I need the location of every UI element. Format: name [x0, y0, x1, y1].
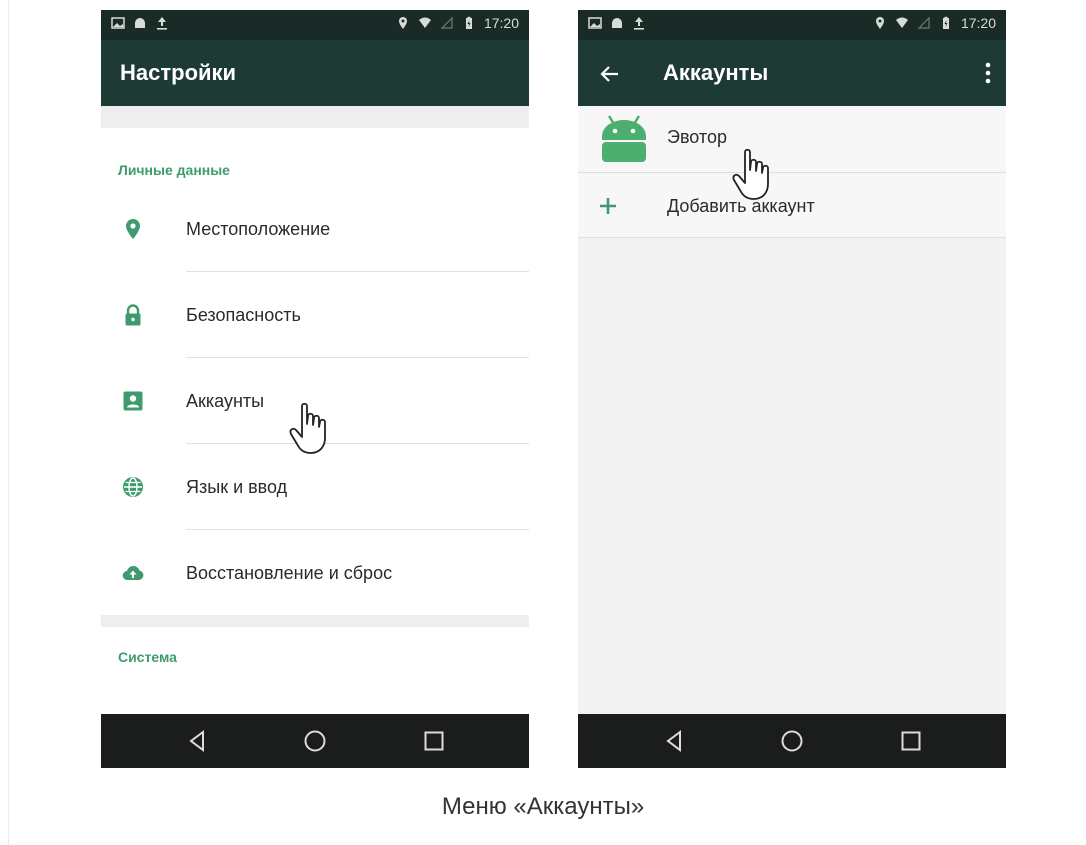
- figure-caption: Меню «Аккаунты»: [441, 793, 645, 820]
- settings-item-backup-reset[interactable]: Восстановление и сброс: [101, 530, 529, 616]
- location-status-icon: [875, 17, 884, 29]
- status-bar: 17:20: [578, 10, 1006, 40]
- app-bar: Аккаунты: [578, 40, 1006, 106]
- section-gap: [101, 106, 529, 128]
- location-status-icon: [398, 17, 407, 29]
- app-bar: Настройки: [101, 40, 529, 106]
- lock-icon: [125, 304, 141, 326]
- location-pin-icon: [126, 219, 140, 239]
- settings-item-language[interactable]: Язык и ввод: [101, 444, 529, 530]
- recents-nav-icon[interactable]: [421, 728, 447, 754]
- battery-charging-icon: [942, 16, 949, 29]
- wifi-icon: [418, 17, 431, 28]
- home-nav-icon[interactable]: [779, 728, 805, 754]
- status-time: 17:20: [960, 15, 996, 31]
- back-nav-icon[interactable]: [184, 728, 210, 754]
- battery-charging-icon: [465, 16, 472, 29]
- section-header-personal: Личные данные: [118, 162, 230, 178]
- status-bar: 17:20: [101, 10, 529, 40]
- hand-pointer-icon: [732, 148, 769, 200]
- cloud-upload-icon: [122, 566, 144, 581]
- account-row-evotor[interactable]: Эвотор: [578, 106, 1006, 173]
- no-signal-icon: [440, 16, 453, 29]
- home-nav-icon[interactable]: [302, 728, 328, 754]
- account-box-icon: [123, 391, 143, 411]
- settings-item-location[interactable]: Местоположение: [101, 186, 529, 272]
- recents-nav-icon[interactable]: [898, 728, 924, 754]
- section-gap: [101, 615, 529, 627]
- account-name: Эвотор: [667, 127, 727, 147]
- plus-icon: [600, 198, 616, 214]
- android-notification-icon: [612, 18, 622, 28]
- upload-notification-icon: [157, 17, 167, 30]
- settings-item-label: Местоположение: [186, 219, 331, 239]
- settings-item-security[interactable]: Безопасность: [101, 272, 529, 358]
- settings-screen: 17:20 Настройки Личные данные Местополож…: [101, 10, 529, 768]
- back-nav-icon[interactable]: [661, 728, 687, 754]
- hand-pointer-icon: [289, 402, 326, 454]
- navigation-bar: [578, 714, 1006, 768]
- navigation-bar: [101, 714, 529, 768]
- image-notification-icon: [111, 17, 125, 29]
- personal-section: Личные данные Местоположение Безопасност…: [101, 128, 529, 615]
- status-time: 17:20: [483, 15, 519, 31]
- upload-notification-icon: [634, 17, 644, 30]
- settings-item-label: Аккаунты: [186, 391, 265, 411]
- more-vert-icon[interactable]: [984, 60, 992, 86]
- android-notification-icon: [135, 18, 145, 28]
- page-left-rule: [8, 0, 9, 845]
- globe-icon: [123, 477, 143, 497]
- arrow-back-icon[interactable]: [598, 62, 622, 86]
- accounts-screen: 17:20 Аккаунты Эвотор Добавить аккаунт: [578, 10, 1006, 768]
- section-header-system: Система: [118, 649, 177, 665]
- page-title: Аккаунты: [663, 60, 769, 85]
- no-signal-icon: [917, 16, 930, 29]
- settings-item-label: Язык и ввод: [186, 477, 288, 497]
- settings-item-label: Безопасность: [186, 305, 301, 325]
- add-account-row[interactable]: Добавить аккаунт: [578, 173, 1006, 238]
- settings-item-label: Восстановление и сброс: [186, 563, 393, 583]
- page-title: Настройки: [120, 60, 237, 85]
- wifi-icon: [895, 17, 908, 28]
- system-section: Система: [101, 627, 529, 714]
- image-notification-icon: [588, 17, 602, 29]
- android-app-icon: [602, 115, 646, 162]
